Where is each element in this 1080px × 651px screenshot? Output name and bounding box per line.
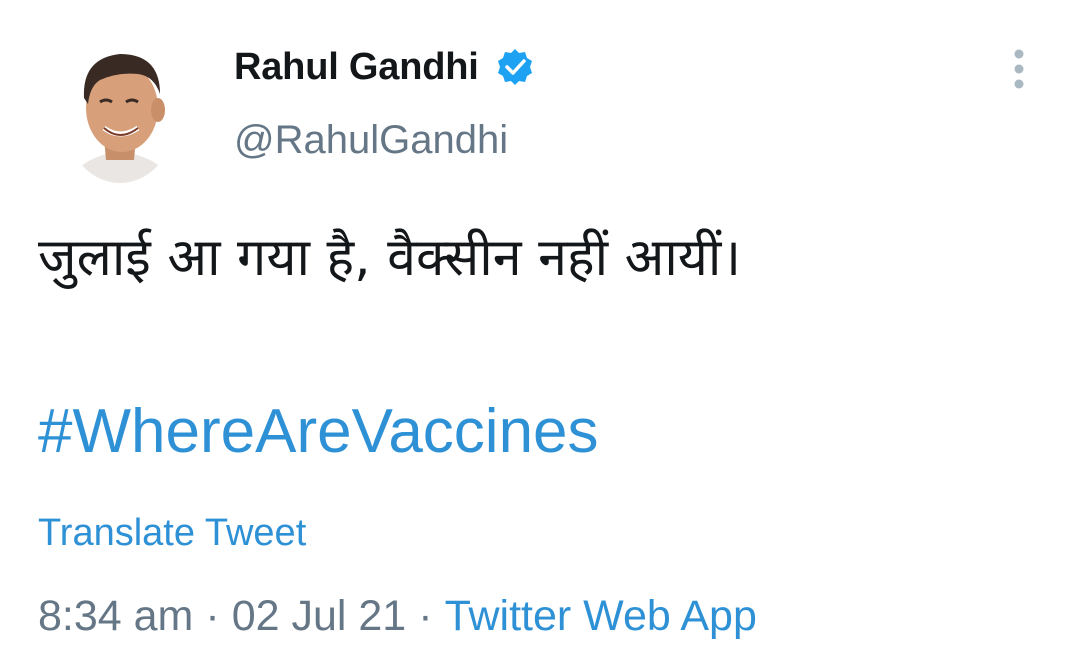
display-name[interactable]: Rahul Gandhi (234, 46, 479, 89)
translate-tweet-link[interactable]: Translate Tweet (38, 512, 306, 555)
tweet-text: जुलाई आ गया है, वैक्सीन नहीं आयीं। (38, 228, 742, 288)
tweet-date[interactable]: 02 Jul 21 (232, 592, 407, 640)
tweet-meta: 8:34 am · 02 Jul 21 · Twitter Web App (38, 592, 757, 641)
author-handle[interactable]: @RahulGandhi (234, 118, 508, 163)
meta-separator: · (418, 592, 433, 640)
hashtag-link[interactable]: #WhereAreVaccines (38, 392, 599, 472)
author-row: Rahul Gandhi (234, 42, 535, 92)
more-vertical-icon[interactable] (1004, 48, 1034, 92)
tweet-source-link[interactable]: Twitter Web App (445, 592, 757, 640)
tweet-card: Rahul Gandhi @RahulGandhi जुलाई आ गया है… (0, 0, 1080, 651)
tweet-time[interactable]: 8:34 am (38, 592, 193, 640)
meta-separator: · (205, 592, 220, 640)
verified-badge-icon (495, 47, 535, 87)
avatar[interactable] (60, 28, 180, 183)
